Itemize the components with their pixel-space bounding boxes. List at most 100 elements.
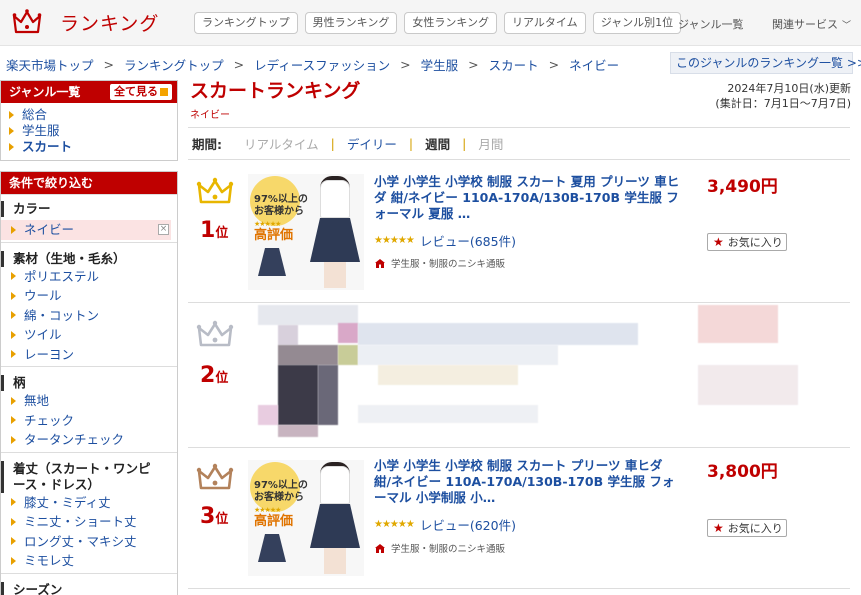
filter-item-knee-length[interactable]: 膝丈・ミディ丈 <box>11 493 177 513</box>
breadcrumb-separator: > <box>233 57 245 72</box>
ranking-item: 1位 97%以上の お客様から ★★★★★ 高評価 小学 小学生 小学校 制服 … <box>188 162 850 303</box>
filter-item-label: ミモレ丈 <box>24 553 75 568</box>
rating[interactable]: ★★★★★ レビュー(685件) <box>374 231 516 250</box>
promo-line: 97%以上の <box>254 194 308 205</box>
genre-ranking-list-link[interactable]: このジャンルのランキング一覧 >> <box>670 52 861 74</box>
filter-item-rayon[interactable]: レーヨン <box>11 345 177 365</box>
product-image[interactable]: 97%以上の お客様から ★★★★★ 高評価 <box>248 174 364 290</box>
period-monthly[interactable]: 月間 <box>478 134 503 153</box>
genre-item-all[interactable]: 総合 <box>9 107 177 123</box>
genre-list-box: ジャンル一覧 全て見る 総合 学生服 スカート <box>0 80 178 161</box>
star-icon: ★ <box>713 235 724 249</box>
bullet-icon <box>11 291 16 300</box>
blurred-block <box>358 405 538 423</box>
genre-item-label: スカート <box>22 139 73 154</box>
bullet-icon <box>11 556 16 565</box>
breadcrumb-item[interactable]: 学生服 <box>421 55 459 74</box>
promo-text: 97%以上の お客様から ★★★★★ 高評価 <box>254 480 308 528</box>
tab-ranking-top[interactable]: ランキングトップ <box>194 12 298 34</box>
period-separator: | <box>462 136 467 151</box>
shop-link[interactable]: 学生服・制服のニシキ通販 <box>374 256 505 270</box>
filter-item-label: ロング丈・マキシ丈 <box>24 533 137 549</box>
promo-line: 97%以上の <box>254 480 308 491</box>
filter-item-label: レーヨン <box>24 346 75 362</box>
filter-item-twill[interactable]: ツイル <box>11 325 177 345</box>
skirt-thumbnail <box>258 248 286 276</box>
blurred-block <box>698 365 798 405</box>
bullet-icon <box>11 272 16 281</box>
filter-item-long-length[interactable]: ロング丈・マキシ丈 <box>11 532 177 552</box>
ranking-logo[interactable]: ランキング <box>12 8 159 36</box>
filter-item-mimore-length[interactable]: ミモレ丈 <box>11 551 177 571</box>
genre-item-school-uniform[interactable]: 学生服 <box>9 123 177 139</box>
product-title-link[interactable]: 小学 小学生 小学校 制服 スカート プリーツ 車ヒダ 紺/ネイビー 110A-… <box>374 458 682 506</box>
blurred-block <box>258 305 358 325</box>
breadcrumb-separator: > <box>548 57 560 72</box>
breadcrumb-item[interactable]: レディースファッション <box>254 55 390 74</box>
tab-realtime[interactable]: リアルタイム <box>504 12 586 34</box>
silver-crown-icon <box>196 320 234 347</box>
related-services-menu[interactable]: 関連サービス ﹀ <box>772 16 851 32</box>
filter-item-tartan[interactable]: タータンチェック <box>11 430 177 450</box>
shop-house-icon <box>375 258 385 268</box>
show-all-button[interactable]: 全て見る <box>110 84 172 100</box>
breadcrumb-item[interactable]: スカート <box>489 55 539 74</box>
bullet-icon <box>9 111 14 119</box>
tab-female-ranking[interactable]: 女性ランキング <box>404 12 498 34</box>
period-range: (集計日：7月1日～7月7日) <box>715 97 851 110</box>
breadcrumb-item[interactable]: ネイビー <box>569 55 619 74</box>
period-daily[interactable]: デイリー <box>347 134 397 153</box>
breadcrumb-item[interactable]: ランキングトップ <box>124 55 224 74</box>
filter-box: 条件で絞り込む カラー ネイビー × 素材（生地・毛糸） ポリエステル ウール 綿… <box>0 171 178 595</box>
bullet-icon <box>11 537 16 546</box>
filter-item-wool[interactable]: ウール <box>11 286 177 306</box>
period-realtime[interactable]: リアルタイム <box>244 134 319 153</box>
bullet-icon <box>11 517 16 526</box>
genre-list-link[interactable]: ジャンル一覧 <box>678 16 743 32</box>
genre-item-skirt[interactable]: スカート <box>9 139 177 155</box>
model-blouse <box>320 180 350 218</box>
tab-male-ranking[interactable]: 男性ランキング <box>304 12 398 34</box>
rank-number: 2位 <box>200 363 228 388</box>
filter-item-check[interactable]: チェック <box>11 411 177 431</box>
promo-text: 97%以上の お客様から ★★★★★ 高評価 <box>254 194 308 242</box>
rating-stars-icon: ★★★★★ <box>374 235 415 246</box>
blurred-block <box>278 325 298 345</box>
filter-item-mini-length[interactable]: ミニ丈・ショート丈 <box>11 512 177 532</box>
period-weekly[interactable]: 週間 <box>425 134 450 153</box>
filter-item-polyester[interactable]: ポリエステル <box>11 267 177 287</box>
filter-item-plain[interactable]: 無地 <box>11 391 177 411</box>
product-title-link[interactable]: 小学 小学生 小学校 制服 スカート 夏用 プリーツ 車ヒダ 紺/ネイビー 11… <box>374 174 682 222</box>
bullet-icon <box>11 330 16 339</box>
shop-house-icon <box>375 543 385 553</box>
remove-filter-icon[interactable]: × <box>158 224 169 235</box>
filter-heading: 条件で絞り込む <box>1 172 177 194</box>
favorite-button[interactable]: ★ お気に入り <box>707 233 787 251</box>
promo-line: 高評価 <box>254 514 294 529</box>
promo-line: お客様から <box>254 206 304 217</box>
filter-item-cotton[interactable]: 綿・コットン <box>11 306 177 326</box>
skirt-thumbnail <box>258 534 286 562</box>
shop-link[interactable]: 学生服・制服のニシキ通販 <box>374 541 505 555</box>
period-separator: | <box>408 136 414 151</box>
filter-group-season: シーズン <box>1 572 177 595</box>
filter-group-length: 着丈（スカート・ワンピース・ドレス） 膝丈・ミディ丈 ミニ丈・ショート丈 ロング… <box>1 451 177 573</box>
shop-name: 学生服・制服のニシキ通販 <box>391 544 506 555</box>
product-image[interactable]: 97%以上の お客様から ★★★★★ 高評価 <box>248 460 364 576</box>
filter-group-material: 素材（生地・毛糸） ポリエステル ウール 綿・コットン ツイル レーヨン <box>1 241 177 367</box>
breadcrumb-separator: > <box>103 57 114 72</box>
rating[interactable]: ★★★★★ レビュー(620件) <box>374 515 516 534</box>
breadcrumb-separator: > <box>468 57 479 72</box>
favorite-button[interactable]: ★ お気に入り <box>707 519 787 537</box>
genre-list-heading: ジャンル一覧 全て見る <box>1 81 177 103</box>
filter-heading-text: 条件で絞り込む <box>9 176 94 190</box>
filter-item-label: 膝丈・ミディ丈 <box>24 494 111 510</box>
blurred-block <box>378 365 518 385</box>
tab-genre-first[interactable]: ジャンル別1位 <box>592 12 682 34</box>
bullet-icon <box>11 435 16 444</box>
rank-suffix: 位 <box>215 226 229 241</box>
filter-item-label: チェック <box>24 412 75 428</box>
breadcrumb-item[interactable]: 楽天市場トップ <box>6 55 94 74</box>
filter-item-navy[interactable]: ネイビー × <box>1 220 171 240</box>
rank-value: 3 <box>200 504 216 529</box>
